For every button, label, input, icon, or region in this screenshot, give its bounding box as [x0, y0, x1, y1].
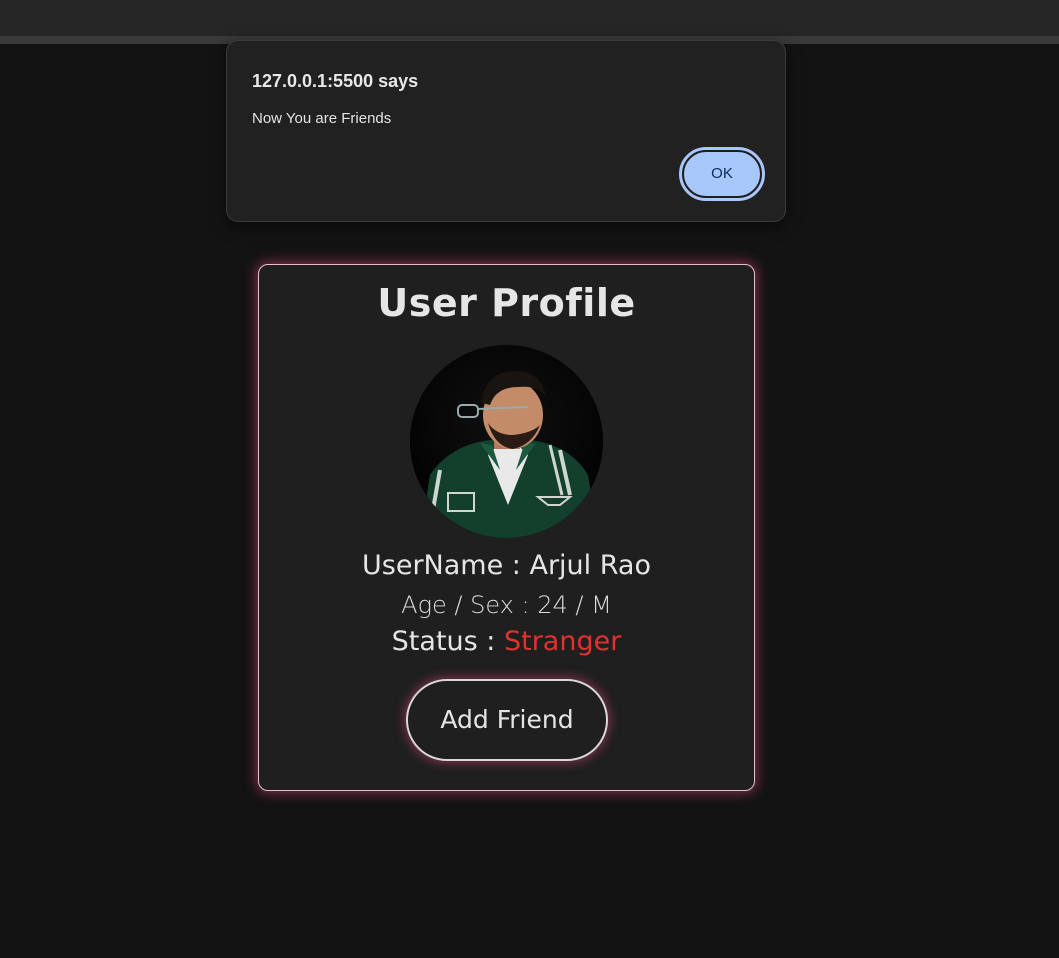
browser-top-bar: [0, 0, 1059, 36]
add-friend-button[interactable]: Add Friend: [406, 679, 608, 761]
dialog-message: Now You are Friends: [252, 110, 392, 127]
age-sex-text: Age / Sex : 24 / M: [401, 591, 612, 619]
status-value: Stranger: [503, 626, 622, 657]
avatar: [410, 345, 603, 538]
user-profile-card: User Profile UserName: Arjul Rao Age / …: [258, 264, 755, 791]
page-title: User Profile: [377, 281, 636, 325]
dialog-title: 127.0.0.1:5500 says: [252, 71, 419, 91]
user-photo-icon: [410, 345, 603, 538]
ok-button[interactable]: OK: [679, 147, 765, 201]
username-text: UserName : Arjul Rao: [362, 550, 651, 581]
alert-dialog: 127.0.0.1:5500 says Now You are Friends …: [226, 40, 786, 222]
status-line: Status : Stranger: [259, 626, 754, 657]
status-label: Status :: [391, 626, 504, 657]
